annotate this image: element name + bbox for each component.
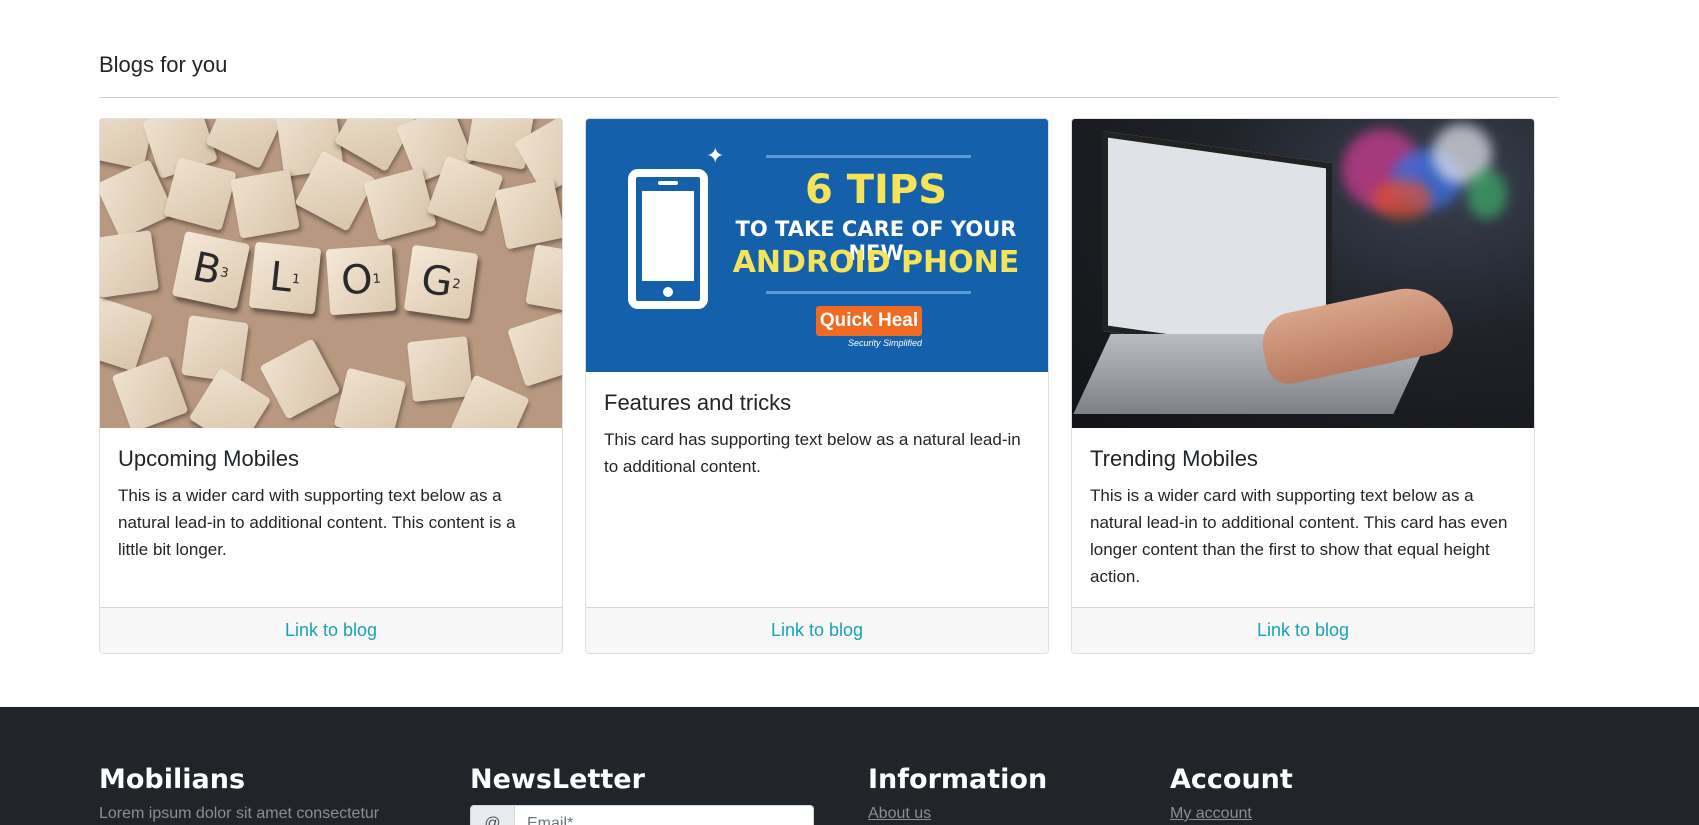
footer-account-column: Account My account [1170, 764, 1293, 823]
link-to-blog[interactable]: Link to blog [771, 620, 863, 641]
card-title: Trending Mobiles [1090, 446, 1258, 471]
card-footer: Link to blog [586, 607, 1048, 653]
blog-card-features-and-tricks: ✦ 6 TIPS TO TAKE CARE OF YOUR NEW ANDROI… [585, 118, 1049, 654]
blog-card-upcoming-mobiles: B3 L1 O1 G2 Upcoming Mobiles This is a w… [99, 118, 563, 654]
my-account-link[interactable]: My account [1170, 805, 1293, 823]
about-us-link[interactable]: About us [868, 805, 1047, 823]
brand-tagline: Security Simplified [848, 338, 923, 348]
tile-o: O1 [325, 244, 397, 316]
sparkle-icon: ✦ [706, 143, 725, 168]
blog-image-android-tips-banner: ✦ 6 TIPS TO TAKE CARE OF YOUR NEW ANDROI… [586, 119, 1048, 372]
footer-account-title: Account [1170, 764, 1293, 795]
at-sign-icon: @ [470, 805, 515, 825]
newsletter-input-group: @ [470, 805, 814, 825]
blog-card-trending-mobiles: Trending Mobiles This is a wider card wi… [1071, 118, 1535, 654]
link-to-blog[interactable]: Link to blog [1257, 620, 1349, 641]
card-title: Features and tricks [604, 390, 792, 415]
site-footer: Mobilians Lorem ipsum dolor sit amet con… [0, 707, 1699, 825]
newsletter-email-input[interactable] [515, 805, 814, 825]
section-divider [99, 97, 1558, 98]
footer-newsletter-title: NewsLetter [470, 764, 645, 795]
smartphone-icon [628, 169, 708, 309]
footer-information-column: Information About us [868, 764, 1047, 823]
blog-image-laptop-typing [1072, 119, 1534, 428]
card-footer: Link to blog [1072, 607, 1534, 653]
card-footer: Link to blog [100, 607, 562, 653]
card-title: Upcoming Mobiles [118, 446, 299, 471]
footer-newsletter-column: NewsLetter @ [470, 764, 814, 825]
tile-g: G2 [403, 244, 479, 320]
card-text: This is a wider card with supporting tex… [118, 486, 516, 559]
banner-line2: ANDROID PHONE [732, 245, 1020, 280]
footer-brand-text: Lorem ipsum dolor sit amet consectetur [99, 805, 380, 822]
link-to-blog[interactable]: Link to blog [285, 620, 377, 641]
footer-brand-title: Mobilians [99, 764, 246, 795]
banner-headline: 6 TIPS [804, 167, 948, 213]
tile-b: B3 [171, 230, 251, 310]
tile-l: L1 [248, 241, 322, 315]
footer-brand-column: Mobilians Lorem ipsum dolor sit amet con… [99, 764, 379, 823]
card-text: This card has supporting text below as a… [604, 430, 1021, 476]
footer-information-title: Information [868, 764, 1048, 795]
brand-badge: Quick Heal [816, 306, 922, 336]
card-text: This is a wider card with supporting tex… [1090, 486, 1508, 586]
blog-image-scrabble-tiles: B3 L1 O1 G2 [100, 119, 562, 428]
section-title: Blogs for you [99, 52, 228, 77]
